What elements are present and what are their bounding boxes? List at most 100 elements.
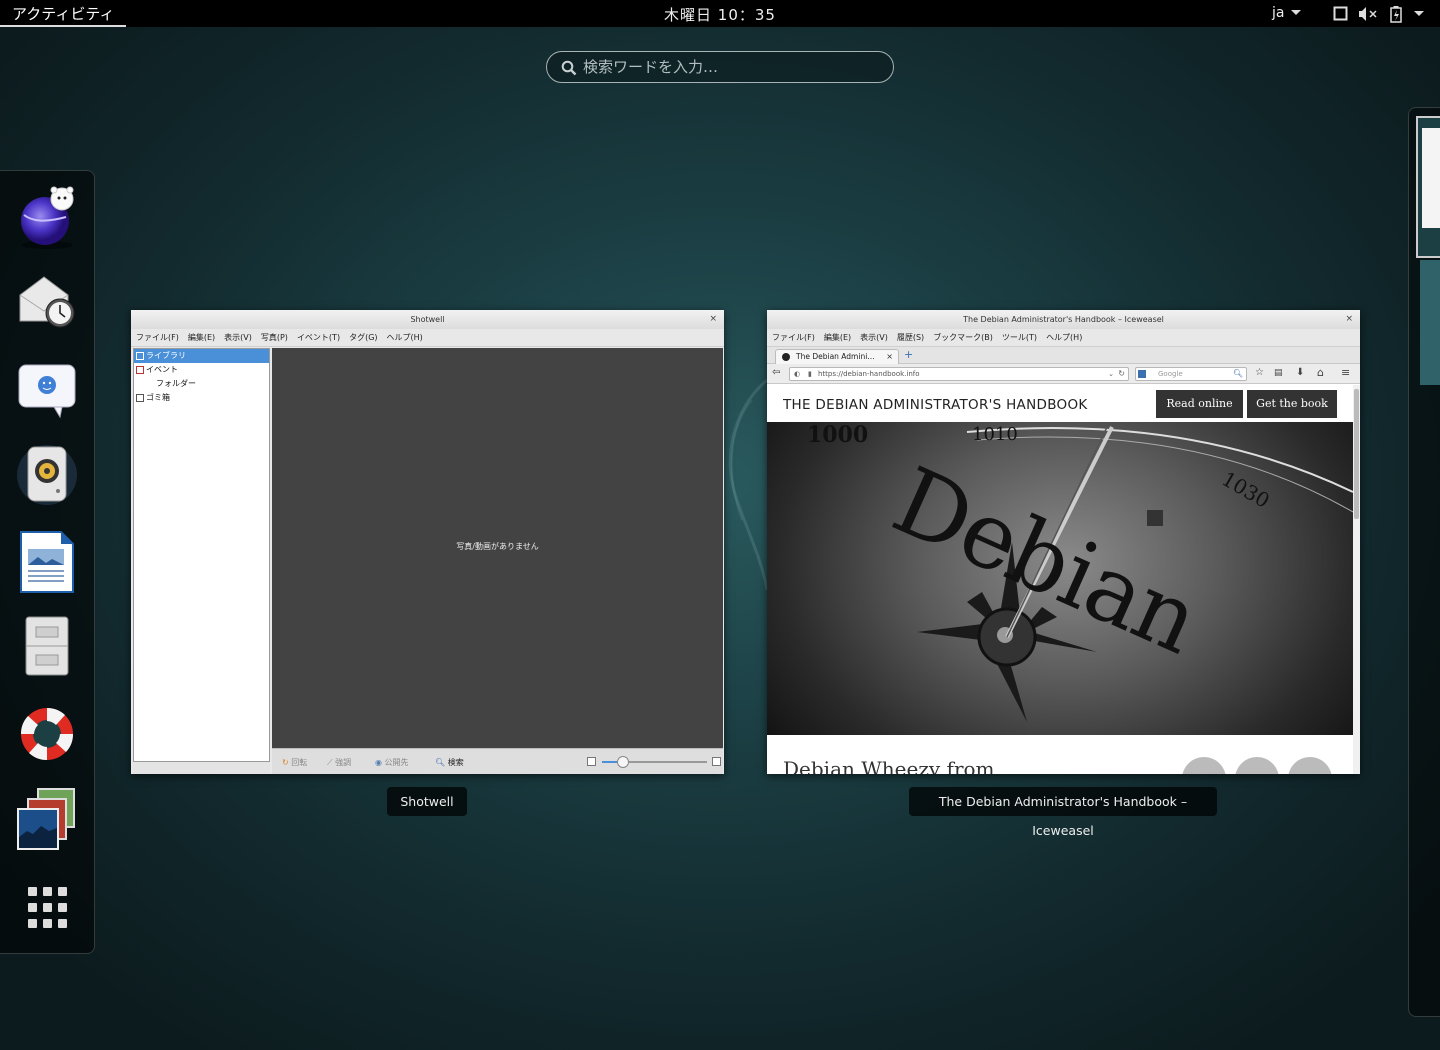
workspace-1-thumbnail[interactable] bbox=[1416, 116, 1440, 258]
site-title[interactable]: THE DEBIAN ADMINISTRATOR'S HANDBOOK bbox=[783, 397, 1088, 413]
menu-view[interactable]: 表示(V) bbox=[224, 333, 252, 342]
shotwell-icon[interactable] bbox=[14, 787, 80, 853]
sidebar-footer bbox=[133, 762, 270, 774]
menu-edit[interactable]: 編集(E) bbox=[188, 333, 215, 342]
rhythmbox-icon[interactable] bbox=[14, 441, 80, 507]
iceweasel-window[interactable]: The Debian Administrator's Handbook – Ic… bbox=[767, 310, 1360, 774]
tab-debian-handbook[interactable]: The Debian Admini… × bbox=[775, 349, 899, 364]
tab-bar: The Debian Admini… × + bbox=[767, 347, 1360, 364]
publish-label: 公開先 bbox=[384, 758, 409, 767]
rotate-icon: ↻ bbox=[282, 758, 289, 767]
shotwell-caption[interactable]: Shotwell bbox=[387, 787, 467, 816]
help-icon[interactable] bbox=[14, 701, 80, 767]
site-subtitle: Debian Wheezy from bbox=[783, 757, 995, 774]
menu-tools[interactable]: ツール(T) bbox=[1002, 333, 1037, 342]
show-applications-icon[interactable] bbox=[14, 875, 80, 941]
sidebar-item-trash[interactable]: ゴミ箱 bbox=[134, 391, 269, 405]
enhance-button[interactable]: ⟋ 強調 bbox=[327, 757, 351, 768]
dial-number: 1000 bbox=[807, 422, 868, 448]
menu-help[interactable]: ヘルプ(H) bbox=[387, 333, 423, 342]
menu-icon[interactable]: ≡ bbox=[1341, 366, 1350, 379]
menu-photo[interactable]: 写真(P) bbox=[261, 333, 288, 342]
menu-history[interactable]: 履歴(S) bbox=[897, 333, 924, 342]
sidebar-item-library[interactable]: ライブラリ bbox=[134, 349, 269, 363]
search-icon bbox=[561, 60, 577, 76]
rotate-button[interactable]: ↻ 回転 bbox=[282, 757, 307, 768]
favicon-icon bbox=[782, 353, 790, 361]
system-menu-chevron-icon[interactable] bbox=[1414, 11, 1424, 16]
screen-icon[interactable] bbox=[1333, 6, 1348, 21]
bookmarks-menu-icon[interactable]: ▤ bbox=[1274, 368, 1283, 378]
trash-icon bbox=[136, 394, 144, 402]
workspace-2-thumbnail[interactable] bbox=[1420, 260, 1440, 385]
identity-icon: ◐ bbox=[794, 370, 801, 378]
shotwell-sidebar: ライブラリ イベント フォルダー ゴミ箱 bbox=[133, 348, 270, 762]
iceweasel-titlebar[interactable]: The Debian Administrator's Handbook – Ic… bbox=[767, 310, 1360, 329]
chevron-down-icon[interactable]: ⌄ bbox=[1108, 368, 1114, 380]
search-placeholder: Google bbox=[1158, 370, 1183, 378]
sidebar-item-events[interactable]: イベント bbox=[134, 363, 269, 377]
share-facebook-button[interactable] bbox=[1235, 757, 1279, 774]
dash bbox=[0, 170, 95, 954]
menu-view[interactable]: 表示(V) bbox=[860, 333, 888, 342]
volume-muted-icon[interactable] bbox=[1358, 6, 1380, 22]
url-bar[interactable]: ◐ ▮ https://debian-handbook.info ⌄ ↻ bbox=[789, 367, 1129, 381]
battery-icon[interactable] bbox=[1390, 6, 1402, 23]
shotwell-window[interactable]: Shotwell × ファイル(F) 編集(E) 表示(V) 写真(P) イベント(T) タ… bbox=[131, 310, 724, 774]
get-the-book-button[interactable]: Get the book bbox=[1247, 390, 1337, 418]
wand-icon: ⟋ bbox=[327, 758, 333, 767]
search-toggle-button[interactable]: 🔍︎ 検索 bbox=[435, 757, 464, 768]
back-arrow-icon[interactable]: ⇦ bbox=[772, 367, 780, 378]
sidebar-item-folders[interactable]: フォルダー bbox=[134, 377, 269, 391]
search-input[interactable] bbox=[583, 56, 883, 78]
shotwell-menubar: ファイル(F) 編集(E) 表示(V) 写真(P) イベント(T) タグ(G) ヘルプ(H) bbox=[131, 329, 724, 347]
menu-file[interactable]: ファイル(F) bbox=[772, 333, 815, 342]
globe-icon: ◉ bbox=[375, 758, 382, 767]
zoom-out-icon[interactable] bbox=[587, 757, 596, 766]
menu-help[interactable]: ヘルプ(H) bbox=[1046, 333, 1082, 342]
chevron-down-icon[interactable] bbox=[1291, 10, 1301, 15]
scrollbar[interactable] bbox=[1353, 385, 1360, 774]
reload-icon[interactable]: ↻ bbox=[1118, 368, 1125, 380]
close-icon[interactable]: × bbox=[1345, 310, 1353, 329]
close-tab-icon[interactable]: × bbox=[886, 350, 893, 364]
scrollbar-thumb[interactable] bbox=[1354, 389, 1359, 519]
file-manager-icon[interactable] bbox=[14, 613, 80, 679]
evolution-mail-icon[interactable] bbox=[14, 269, 80, 335]
empathy-chat-icon[interactable] bbox=[14, 357, 80, 423]
menu-file[interactable]: ファイル(F) bbox=[136, 333, 179, 342]
menu-tag[interactable]: タグ(G) bbox=[349, 333, 377, 342]
close-icon[interactable]: × bbox=[709, 310, 717, 329]
search-icon[interactable]: 🔍︎ bbox=[1233, 368, 1243, 380]
share-twitter-button[interactable] bbox=[1288, 757, 1332, 774]
home-icon[interactable]: ⌂ bbox=[1317, 366, 1324, 379]
read-online-button[interactable]: Read online bbox=[1156, 390, 1243, 418]
library-icon bbox=[136, 352, 144, 360]
search-box[interactable] bbox=[546, 51, 894, 83]
libreoffice-writer-icon[interactable] bbox=[14, 529, 80, 595]
new-tab-icon[interactable]: + bbox=[904, 348, 913, 361]
publish-button[interactable]: ◉ 公開先 bbox=[375, 757, 409, 768]
navigation-bar: ⇦ ◐ ▮ https://debian-handbook.info ⌄ ↻ G… bbox=[767, 364, 1360, 384]
language-indicator[interactable]: ja bbox=[1272, 5, 1284, 21]
menu-edit[interactable]: 編集(E) bbox=[824, 333, 851, 342]
web-search-field[interactable]: Google 🔍︎ bbox=[1135, 367, 1247, 381]
menu-bookmarks[interactable]: ブックマーク(B) bbox=[933, 333, 993, 342]
iceweasel-caption[interactable]: The Debian Administrator's Handbook – Ic… bbox=[909, 787, 1217, 838]
top-bar: アクティビティ 木曜日 10：35 ja bbox=[0, 0, 1440, 27]
shotwell-titlebar[interactable]: Shotwell × bbox=[131, 310, 724, 329]
share-email-button[interactable] bbox=[1182, 757, 1226, 774]
dial-number: 1010 bbox=[972, 424, 1018, 445]
clock-label: 木曜日 10：35 bbox=[664, 6, 776, 24]
zoom-slider[interactable] bbox=[602, 756, 707, 768]
web-content[interactable]: THE DEBIAN ADMINISTRATOR'S HANDBOOK Read… bbox=[767, 385, 1353, 774]
zoom-slider-handle[interactable] bbox=[617, 756, 629, 768]
sidebar-item-label: フォルダー bbox=[156, 379, 196, 388]
zoom-in-icon[interactable] bbox=[712, 757, 721, 766]
iceweasel-icon[interactable] bbox=[14, 185, 80, 251]
menu-event[interactable]: イベント(T) bbox=[297, 333, 340, 342]
photo-view[interactable]: 写真/動画がありません bbox=[272, 348, 723, 748]
bookmark-star-icon[interactable]: ☆ bbox=[1255, 367, 1264, 378]
clock[interactable]: 木曜日 10：35 bbox=[0, 4, 1440, 25]
download-icon[interactable]: ⬇ bbox=[1296, 367, 1304, 378]
